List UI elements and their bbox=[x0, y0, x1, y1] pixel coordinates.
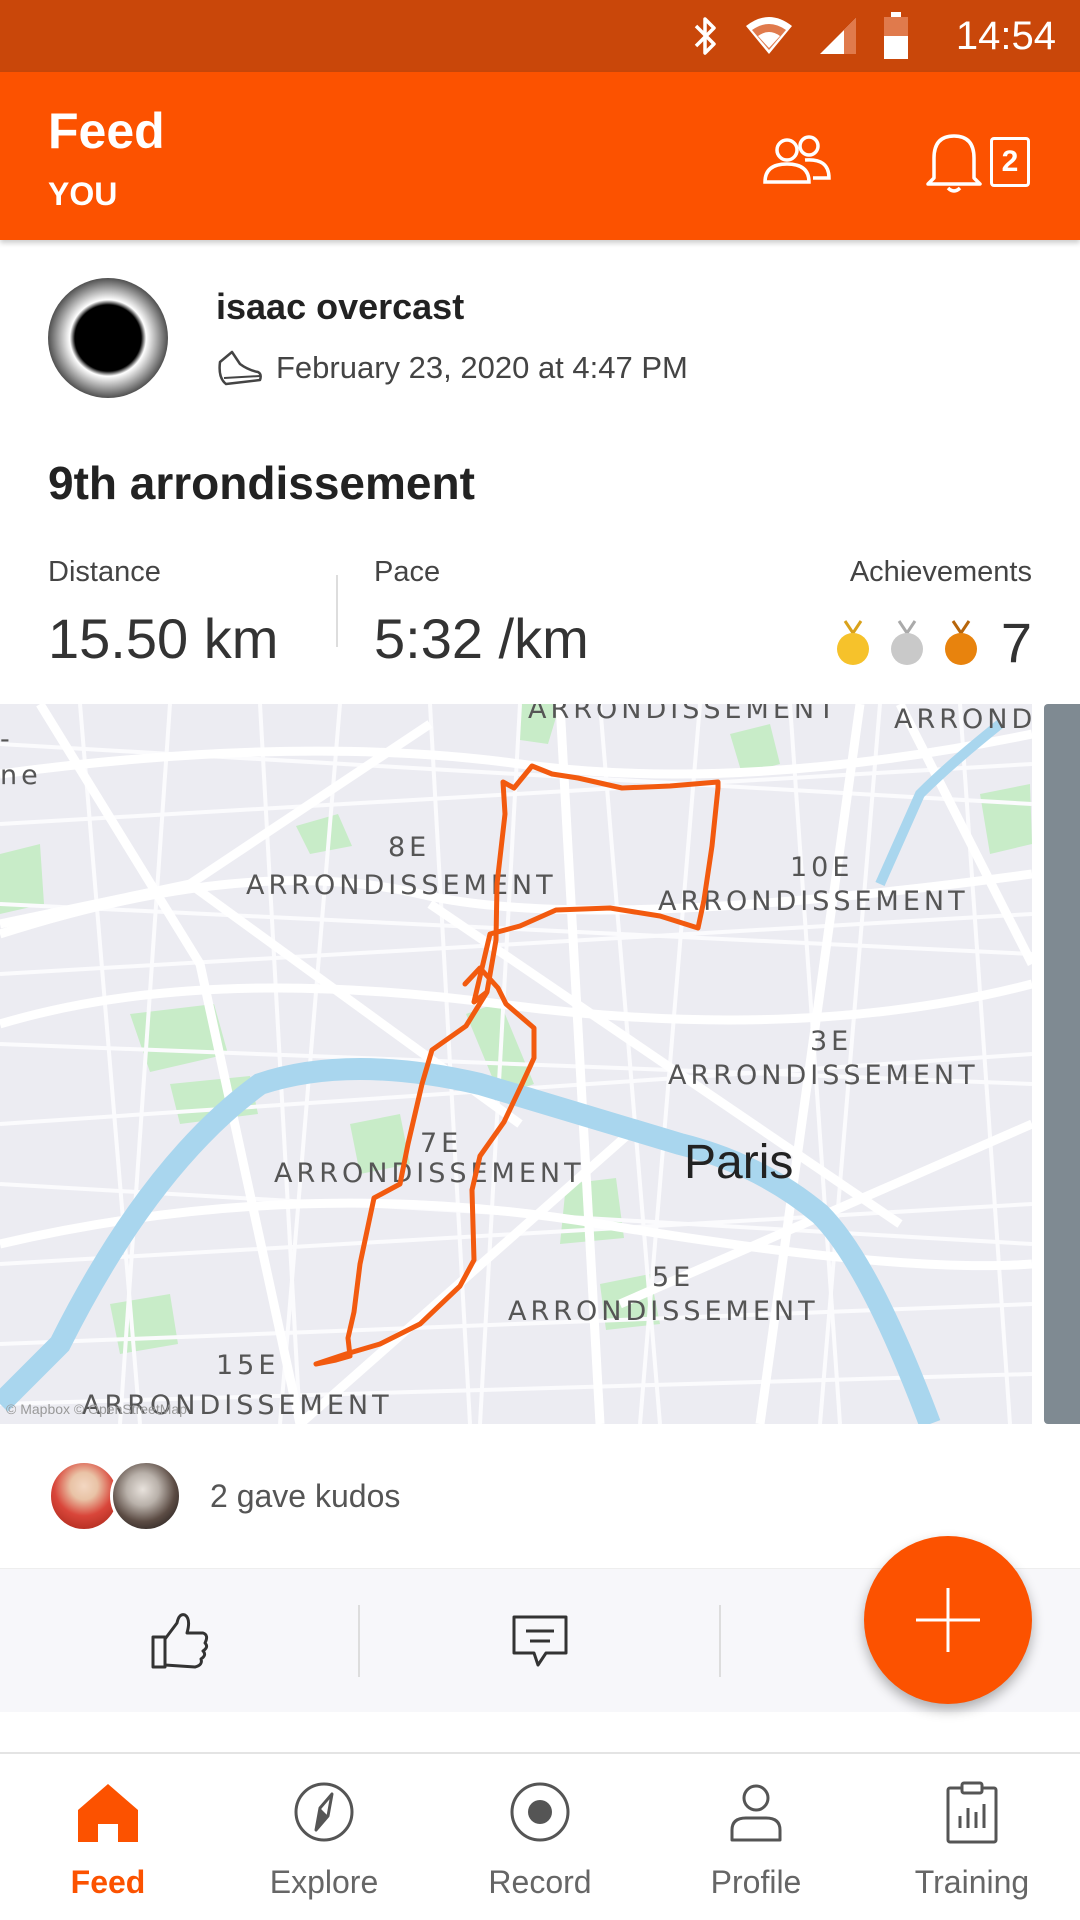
compass-icon bbox=[294, 1782, 354, 1842]
bell-icon bbox=[926, 134, 982, 193]
profile-icon bbox=[730, 1784, 782, 1842]
distance-label: Distance bbox=[48, 556, 161, 588]
map-label-arr-top: ARRONDISSEMENT bbox=[528, 704, 839, 725]
nav-label: Explore bbox=[269, 1864, 379, 1900]
map-label-8e: ARRONDISSEMENT bbox=[246, 870, 557, 901]
gold-medal-icon bbox=[836, 619, 869, 665]
silver-medal-icon bbox=[890, 619, 923, 665]
bluetooth-icon bbox=[694, 17, 716, 55]
activity-map[interactable]: ARRONDISSEMENT ARROND - ne 8E ARRONDISSE… bbox=[0, 704, 1032, 1424]
map-label-15e-num: 15E bbox=[216, 1350, 279, 1381]
add-activity-button[interactable] bbox=[864, 1536, 1032, 1704]
home-icon bbox=[78, 1784, 138, 1842]
status-icons bbox=[690, 12, 910, 60]
status-time: 14:54 bbox=[955, 14, 1056, 58]
nav-profile[interactable]: Profile bbox=[648, 1754, 864, 1920]
stat-divider bbox=[336, 575, 338, 647]
map-label-edge-top: - bbox=[0, 724, 14, 755]
map-label-5e: ARRONDISSEMENT bbox=[508, 1296, 819, 1327]
next-photo-peek[interactable] bbox=[1044, 704, 1080, 1424]
page-title: Feed bbox=[48, 103, 165, 159]
kudos-avatars[interactable] bbox=[48, 1460, 184, 1532]
comment-icon bbox=[512, 1615, 568, 1667]
app-header: Feed YOU 2 bbox=[0, 72, 1080, 240]
kudos-count[interactable]: 2 gave kudos bbox=[210, 1478, 400, 1515]
nav-record[interactable]: Record bbox=[432, 1754, 648, 1920]
athlete-name[interactable]: isaac overcast bbox=[216, 286, 464, 328]
achievements-count: 7 bbox=[1000, 611, 1032, 674]
map-label-3e-num: 3E bbox=[810, 1026, 852, 1057]
nav-explore[interactable]: Explore bbox=[216, 1754, 432, 1920]
comment-button[interactable] bbox=[360, 1569, 720, 1713]
map-label-7e: ARRONDISSEMENT bbox=[274, 1158, 585, 1189]
friends-icon bbox=[763, 135, 831, 184]
nav-training[interactable]: Training bbox=[864, 1754, 1080, 1920]
nav-label: Profile bbox=[710, 1864, 802, 1900]
kudos-avatar bbox=[110, 1460, 182, 1532]
battery-icon bbox=[884, 12, 908, 59]
wifi-icon bbox=[746, 17, 792, 54]
action-divider bbox=[719, 1605, 721, 1677]
run-shoe-icon bbox=[218, 350, 262, 386]
record-icon bbox=[510, 1782, 570, 1842]
map-attribution: © Mapbox © OpenStreetMap bbox=[6, 1401, 187, 1417]
kudos-button[interactable] bbox=[0, 1569, 358, 1713]
map-label-arr-top-right: ARROND bbox=[894, 704, 1032, 735]
map-label-3e: ARRONDISSEMENT bbox=[668, 1060, 979, 1091]
activity-datetime: February 23, 2020 at 4:47 PM bbox=[276, 350, 688, 385]
map-label-7e-num: 7E bbox=[420, 1128, 462, 1159]
nav-label: Feed bbox=[70, 1864, 146, 1900]
activity-title[interactable]: 9th arrondissement bbox=[48, 456, 475, 510]
nav-feed[interactable]: Feed bbox=[0, 1754, 216, 1920]
pace-label: Pace bbox=[374, 556, 441, 588]
activity-meta: February 23, 2020 at 4:47 PM bbox=[216, 348, 688, 388]
nav-label: Training bbox=[914, 1864, 1030, 1900]
achievements[interactable]: 7 bbox=[835, 610, 1032, 675]
bronze-medal-icon bbox=[944, 619, 977, 665]
map-canvas: ARRONDISSEMENT ARROND - ne 8E ARRONDISSE… bbox=[0, 704, 1032, 1424]
find-friends-button[interactable] bbox=[752, 122, 842, 202]
notifications-button[interactable]: 2 bbox=[912, 122, 1042, 202]
status-bar: 14:54 bbox=[0, 0, 1080, 72]
notification-badge: 2 bbox=[990, 137, 1030, 187]
map-label-edge-mid: ne bbox=[0, 760, 42, 791]
map-label-8e-num: 8E bbox=[388, 832, 430, 863]
nav-label: Record bbox=[488, 1864, 592, 1900]
map-label-10e-num: 10E bbox=[790, 852, 853, 883]
athlete-avatar[interactable] bbox=[48, 278, 168, 398]
training-icon bbox=[946, 1781, 998, 1844]
achievements-label: Achievements bbox=[849, 556, 1032, 588]
bottom-nav: Feed Explore Record Profile Training bbox=[0, 1752, 1080, 1920]
distance-value: 15.50 km bbox=[48, 607, 279, 670]
thumbs-up-icon bbox=[151, 1613, 209, 1669]
plus-icon bbox=[916, 1588, 980, 1652]
pace-value: 5:32 /km bbox=[374, 607, 589, 670]
feed-filter-label[interactable]: YOU bbox=[48, 176, 117, 213]
map-label-5e-num: 5E bbox=[652, 1262, 694, 1293]
signal-icon bbox=[820, 18, 856, 54]
map-label-city: Paris bbox=[684, 1136, 793, 1189]
